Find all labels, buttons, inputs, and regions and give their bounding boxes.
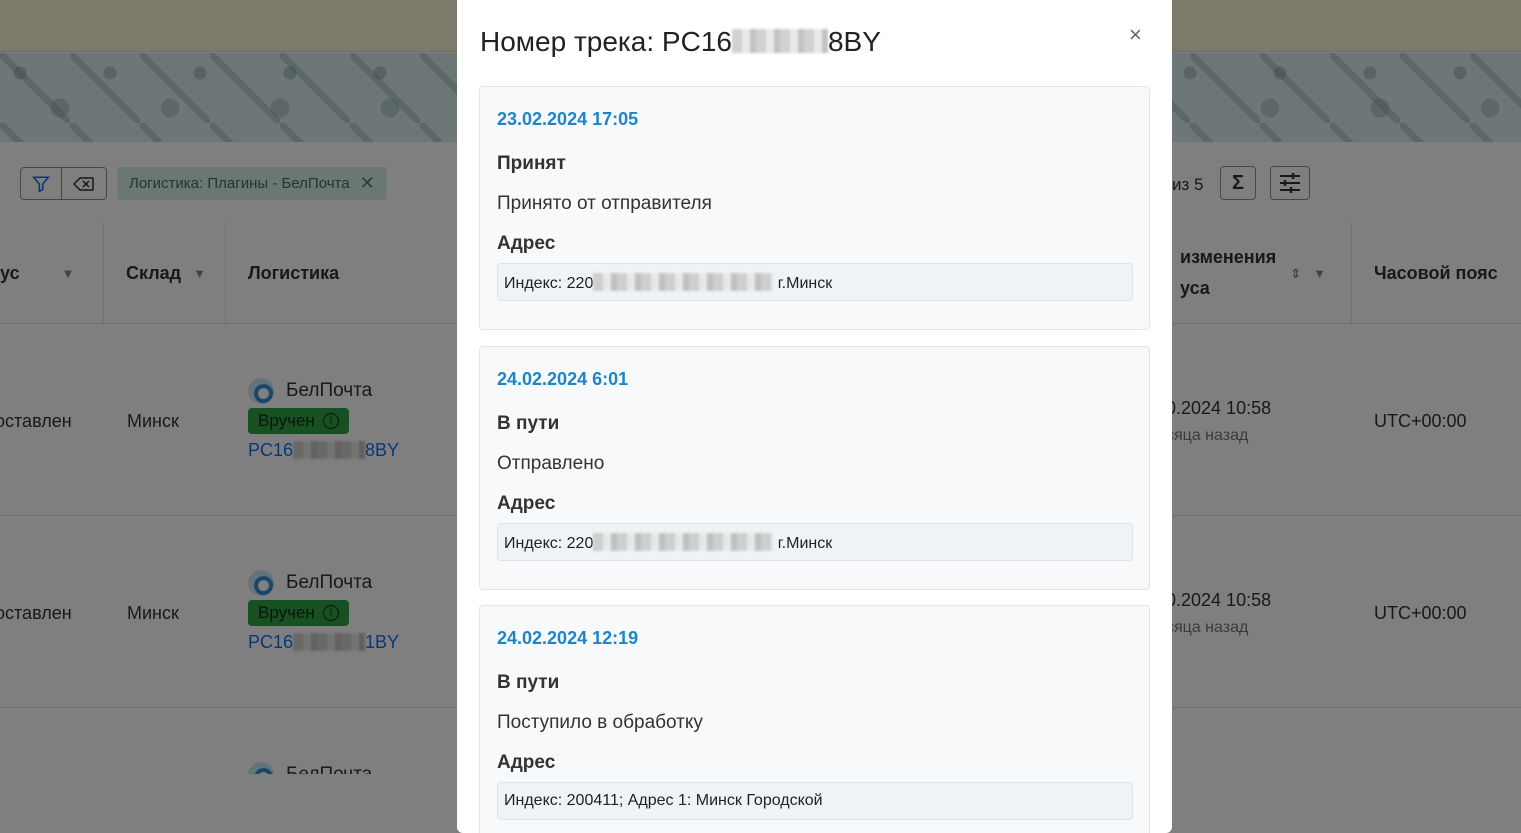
event-status: В пути [497,413,560,434]
title-prefix: Номер трека: PC16 [480,26,732,57]
address-text: Индекс: 220 [504,275,594,292]
event-date: 23.02.2024 17:05 [497,109,639,129]
address-label: Адрес [497,752,556,773]
redacted-block [593,273,774,291]
tracking-event-card: 24.02.2024 6:01 В пути Отправлено Адрес … [479,346,1150,590]
address-text: Индекс: 220 [504,535,594,552]
address-label: Адрес [497,233,556,254]
address-city: г.Минск [777,535,833,552]
redacted-block [593,533,774,551]
event-status: В пути [497,672,560,693]
event-date: 24.02.2024 6:01 [497,369,629,389]
address-text: Индекс: 200411; Адрес 1: Минск Городской [504,792,823,809]
event-date: 24.02.2024 12:19 [497,628,639,648]
event-status: Принят [497,153,566,174]
event-address: Индекс: 220 г.Минск [497,263,1133,301]
tracking-event-card: 23.02.2024 17:05 Принят Принято от отпра… [479,86,1150,330]
close-icon[interactable]: × [1129,24,1142,46]
event-description: Принято от отправителя [497,193,712,214]
address-label: Адрес [497,493,556,514]
event-description: Отправлено [497,453,605,474]
redacted-block [731,29,828,53]
tracking-modal: Номер трека: PC16 8BY × 23.02.2024 17:05 … [457,0,1172,833]
address-city: г.Минск [777,275,833,292]
event-description: Поступило в обработку [497,712,703,733]
modal-title: Номер трека: PC16 8BY [480,26,881,58]
event-address: Индекс: 200411; Адрес 1: Минск Городской [497,782,1133,820]
event-address: Индекс: 220 г.Минск [497,523,1133,561]
title-suffix: 8BY [827,26,881,57]
tracking-event-card: 24.02.2024 12:19 В пути Поступило в обра… [479,605,1150,833]
